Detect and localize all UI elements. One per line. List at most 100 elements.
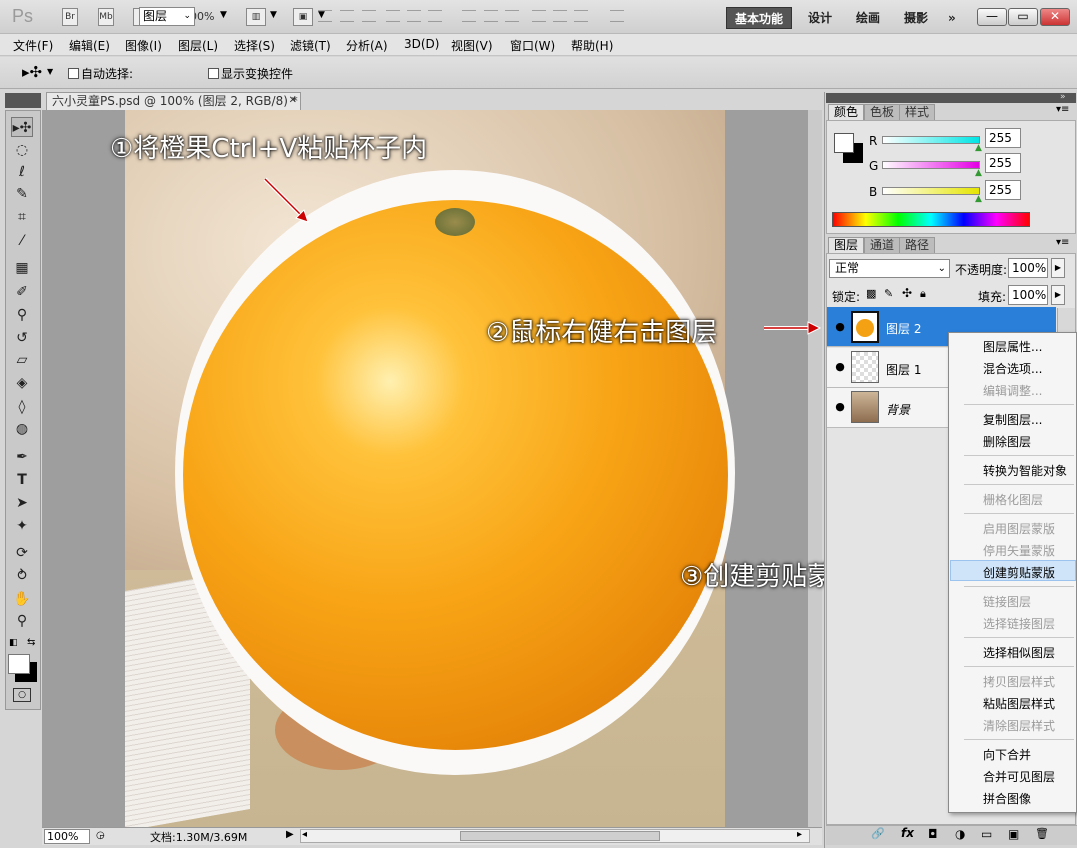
type-tool-icon[interactable]: T xyxy=(11,470,33,490)
path-selection-tool-icon[interactable]: ➤ xyxy=(11,493,33,513)
menu-item-select-linked-layers[interactable]: 选择链接图层 xyxy=(983,615,1055,632)
horizontal-scroll-thumb[interactable] xyxy=(460,831,660,841)
paint-bucket-tool-icon[interactable]: ◈ xyxy=(11,373,33,393)
add-mask-icon[interactable]: ◘ xyxy=(928,827,938,841)
restore-button[interactable]: ▭ xyxy=(1008,8,1038,26)
menu-item-flatten-image[interactable]: 拼合图像 xyxy=(983,790,1031,807)
menu-item-link-layers[interactable]: 链接图层 xyxy=(983,593,1031,610)
fill-slider-icon[interactable]: ▶ xyxy=(1051,285,1065,305)
3d-rotate-tool-icon[interactable]: ⟳ xyxy=(11,543,33,563)
adjustment-layer-icon[interactable]: ◑ xyxy=(955,827,965,841)
menu-item-clear-layer-style[interactable]: 清除图层样式 xyxy=(983,717,1055,734)
crop-tool-icon[interactable]: ⌗ xyxy=(11,207,33,227)
channel-g-value[interactable]: 255 xyxy=(985,153,1021,173)
align-hcenter-icon[interactable] xyxy=(407,10,421,22)
menu-item-delete-layer[interactable]: 删除图层 xyxy=(983,433,1031,450)
channel-b-slider[interactable] xyxy=(882,187,980,195)
status-menu-arrow-icon[interactable]: ▶ xyxy=(286,829,294,840)
tab-swatches[interactable]: 色板 xyxy=(864,104,901,120)
tab-styles[interactable]: 样式 xyxy=(899,104,936,120)
auto-align-icon[interactable] xyxy=(610,10,624,22)
menu-file[interactable]: 文件(F) xyxy=(13,37,53,54)
swap-colors-icon[interactable]: ⇆ xyxy=(27,637,35,648)
align-left-icon[interactable] xyxy=(386,10,400,22)
zoom-field[interactable]: 100% xyxy=(44,829,90,844)
align-vcenter-icon[interactable] xyxy=(340,10,354,22)
menu-3d[interactable]: 3D(D) xyxy=(404,37,439,51)
align-bottom-icon[interactable] xyxy=(362,10,376,22)
brush-tool-icon[interactable]: ✐ xyxy=(11,282,33,302)
opacity-slider-icon[interactable]: ▶ xyxy=(1051,258,1065,278)
custom-shape-tool-icon[interactable]: ✦ xyxy=(11,516,33,536)
menu-item-create-clipping-mask[interactable]: 创建剪贴蒙版 xyxy=(983,564,1055,581)
foreground-color-swatch[interactable] xyxy=(8,654,30,674)
mini-bridge-button[interactable]: Mb xyxy=(98,8,114,26)
status-preview-icon[interactable]: ◶ xyxy=(96,830,105,841)
channel-b-value[interactable]: 255 xyxy=(985,180,1021,200)
arrange-documents-icon[interactable]: ▥ xyxy=(246,8,266,26)
blur-tool-icon[interactable]: ◊ xyxy=(11,397,33,417)
layer-thumbnail[interactable] xyxy=(851,311,879,343)
menu-item-edit-adjustment[interactable]: 编辑调整... xyxy=(983,382,1042,399)
align-right-icon[interactable] xyxy=(428,10,442,22)
channel-r-slider[interactable] xyxy=(882,136,980,144)
eyedropper-tool-icon[interactable]: ⁄ xyxy=(11,231,33,251)
tab-layers[interactable]: 图层 xyxy=(828,237,865,253)
layer-style-icon[interactable]: fx xyxy=(901,826,914,840)
workspace-paint-button[interactable]: 绘画 xyxy=(848,7,888,29)
menu-analysis[interactable]: 分析(A) xyxy=(346,37,388,54)
distribute-hcenter-icon[interactable] xyxy=(553,10,567,22)
fill-field[interactable]: 100% xyxy=(1008,285,1048,305)
clone-stamp-tool-icon[interactable]: ⚲ xyxy=(11,305,33,325)
menu-item-layer-properties[interactable]: 图层属性... xyxy=(983,338,1042,355)
scroll-left-icon[interactable]: ◂ xyxy=(302,829,307,840)
menu-item-duplicate-layer[interactable]: 复制图层... xyxy=(983,411,1042,428)
color-spectrum-bar[interactable] xyxy=(832,212,1030,227)
menu-item-disable-vector-mask[interactable]: 停用矢量蒙版 xyxy=(983,542,1055,559)
tab-channels[interactable]: 通道 xyxy=(864,237,901,253)
move-tool-preset-icon[interactable]: ▸✣ xyxy=(22,63,42,81)
workspace-design-button[interactable]: 设计 xyxy=(800,7,840,29)
eye-icon[interactable]: ● xyxy=(833,320,847,333)
menu-item-convert-smart-object[interactable]: 转换为智能对象 xyxy=(983,462,1067,479)
tab-color[interactable]: 颜色 xyxy=(828,104,865,120)
link-layers-icon[interactable]: 🔗 xyxy=(871,827,885,840)
menu-item-select-similar-layers[interactable]: 选择相似图层 xyxy=(983,644,1055,661)
menu-image[interactable]: 图像(I) xyxy=(125,37,162,54)
vertical-scrollbar[interactable] xyxy=(808,110,822,827)
lock-image-icon[interactable]: ✎ xyxy=(884,287,893,300)
layer-name[interactable]: 图层 1 xyxy=(886,361,921,378)
tab-paths[interactable]: 路径 xyxy=(899,237,936,253)
menu-item-paste-layer-style[interactable]: 粘贴图层样式 xyxy=(983,695,1055,712)
lock-all-icon[interactable]: 🔒︎ xyxy=(920,287,926,301)
document-tab[interactable]: 六小灵童PS.psd @ 100% (图层 2, RGB/8) * ✕ xyxy=(46,92,301,110)
align-top-icon[interactable] xyxy=(318,10,332,22)
close-button[interactable]: ✕ xyxy=(1040,8,1070,26)
menu-item-enable-layer-mask[interactable]: 启用图层蒙版 xyxy=(983,520,1055,537)
bridge-button[interactable]: Br xyxy=(62,8,78,26)
lock-transparency-icon[interactable]: ▩ xyxy=(866,287,876,300)
lock-position-icon[interactable]: ✣ xyxy=(902,286,912,300)
menu-edit[interactable]: 编辑(E) xyxy=(69,37,110,54)
menu-item-copy-layer-style[interactable]: 拷贝图层样式 xyxy=(983,673,1055,690)
quick-mask-icon[interactable]: ○ xyxy=(13,688,31,702)
layer-name[interactable]: 背景 xyxy=(886,401,910,418)
auto-select-dropdown[interactable]: 图层 ⌄ xyxy=(139,7,195,26)
scroll-right-icon[interactable]: ▸ xyxy=(797,829,802,840)
workspace-more-button[interactable]: » xyxy=(940,7,964,29)
pen-tool-icon[interactable]: ✒ xyxy=(11,447,33,467)
panel-menu-icon[interactable]: ▾≡ xyxy=(1056,237,1069,248)
blend-mode-dropdown[interactable]: 正常 ⌄ xyxy=(829,259,950,278)
channel-r-value[interactable]: 255 xyxy=(985,128,1021,148)
history-brush-tool-icon[interactable]: ↺ xyxy=(11,328,33,348)
chevron-down-icon[interactable]: ▼ xyxy=(220,10,227,20)
layer-thumbnail[interactable] xyxy=(851,351,879,383)
chevron-down-icon[interactable]: ▼ xyxy=(270,10,277,20)
channel-g-slider[interactable] xyxy=(882,161,980,169)
close-icon[interactable]: ✕ xyxy=(289,93,297,109)
zoom-tool-icon[interactable]: ⚲ xyxy=(11,611,33,631)
distribute-left-icon[interactable] xyxy=(532,10,546,22)
show-transform-checkbox[interactable]: 显示变换控件 xyxy=(208,65,293,82)
color-panel-foreground-swatch[interactable] xyxy=(834,133,854,153)
menu-item-merge-down[interactable]: 向下合并 xyxy=(983,746,1031,763)
